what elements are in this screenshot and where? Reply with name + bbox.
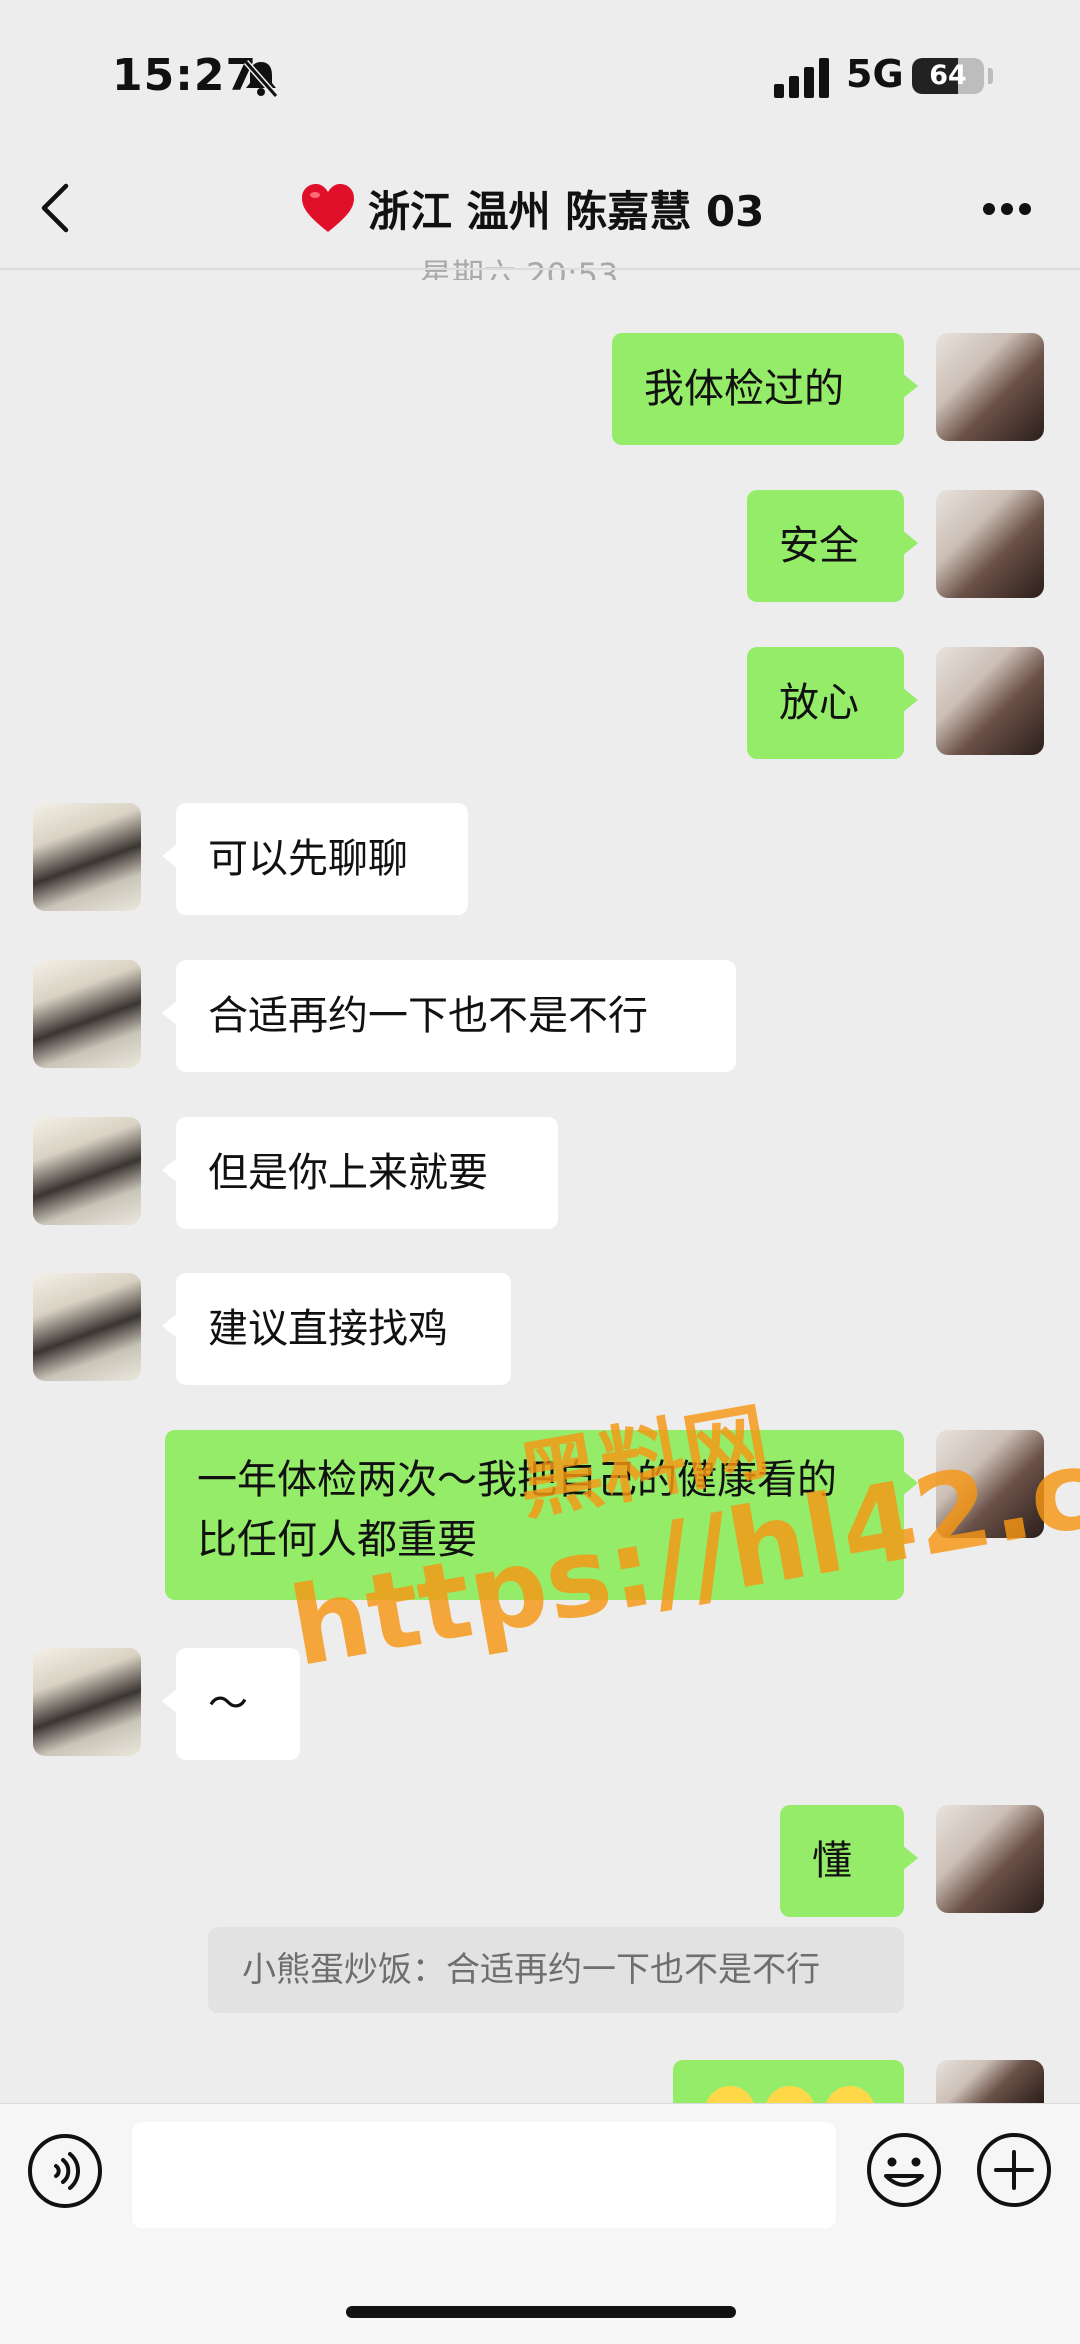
signal-icon — [774, 58, 829, 98]
my-avatar[interactable] — [936, 647, 1044, 755]
header-divider — [0, 268, 1080, 270]
my-avatar[interactable] — [936, 1805, 1044, 1913]
battery-nub — [988, 68, 993, 84]
emoji-icon — [705, 2086, 755, 2103]
my-avatar[interactable] — [936, 490, 1044, 598]
contact-avatar[interactable] — [33, 1117, 141, 1225]
message-bubble[interactable]: ～ — [162, 1648, 300, 1760]
message-bubble[interactable]: 但是你上来就要 — [162, 1117, 558, 1229]
battery-icon: 64 — [912, 58, 984, 94]
status-time: 15:27 — [112, 50, 258, 101]
battery-percent: 64 — [929, 60, 967, 91]
quoted-message[interactable]: 小熊蛋炒饭：合适再约一下也不是不行 — [208, 1927, 904, 2013]
chat-title: 浙江 温州 陈嘉慧 03 — [300, 178, 764, 238]
voice-icon[interactable] — [26, 2132, 104, 2210]
emoji-message-bubble[interactable] — [673, 2060, 904, 2103]
chat-title-text: 浙江 温州 陈嘉慧 03 — [368, 186, 765, 236]
emoji-icon — [825, 2086, 875, 2103]
contact-avatar[interactable] — [33, 803, 141, 911]
emoji-icon — [765, 2086, 815, 2103]
plus-icon[interactable] — [974, 2130, 1054, 2210]
message-bubble[interactable]: 安全 — [747, 490, 918, 602]
home-indicator — [346, 2306, 736, 2318]
muted-bell-icon — [243, 60, 279, 98]
partial-timestamp: 星期六 20:53 — [420, 256, 619, 280]
message-bubble[interactable]: 可以先聊聊 — [162, 803, 468, 915]
network-type: 5G — [846, 52, 904, 96]
message-bubble[interactable]: 放心 — [747, 647, 918, 759]
message-bubble[interactable]: 懂 — [780, 1805, 918, 1917]
contact-avatar[interactable] — [33, 1273, 141, 1381]
contact-avatar[interactable] — [33, 1648, 141, 1756]
heart-icon — [302, 184, 354, 232]
back-arrow-icon[interactable] — [36, 180, 76, 236]
message-input[interactable] — [132, 2122, 836, 2228]
message-bubble[interactable]: 合适再约一下也不是不行 — [162, 960, 736, 1072]
my-avatar[interactable] — [936, 333, 1044, 441]
message-bubble[interactable]: 我体检过的 — [612, 333, 918, 445]
emoji-icon[interactable] — [864, 2130, 944, 2210]
status-bar: 15:27 5G 64 — [0, 0, 1080, 150]
message-bubble[interactable]: 建议直接找鸡 — [162, 1273, 511, 1385]
contact-avatar[interactable] — [33, 960, 141, 1068]
my-avatar[interactable] — [936, 2060, 1044, 2103]
more-icon[interactable] — [982, 202, 1032, 216]
